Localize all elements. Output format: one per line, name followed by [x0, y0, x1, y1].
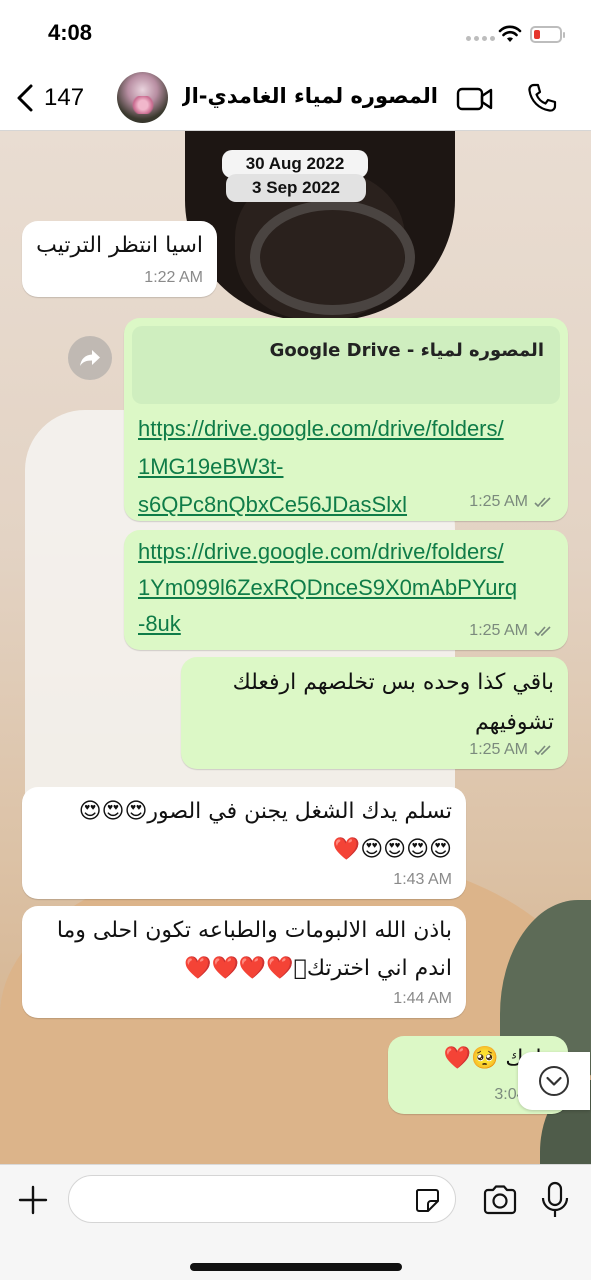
link-line: 1Ym099l6ZexRQDnceS9X0mAbPYurq — [138, 575, 518, 600]
message-input[interactable] — [68, 1175, 456, 1223]
contact-name[interactable]: المصوره لمياء الغامدي-ال... — [182, 84, 438, 114]
message-meta: 1:44 AM — [393, 990, 452, 1008]
wifi-icon — [498, 25, 522, 42]
double-check-icon — [534, 626, 551, 637]
link-line: https://drive.google.com/drive/folders/ — [138, 539, 504, 564]
avatar[interactable] — [117, 72, 168, 123]
message-time: 1:43 AM — [393, 871, 452, 888]
message-time: 1:25 AM — [469, 741, 528, 758]
link-preview-card[interactable]: المصوره لمياء - Google Drive — [132, 326, 560, 404]
scroll-to-bottom-button[interactable] — [518, 1052, 590, 1110]
wallpaper-camera — [250, 200, 415, 315]
forward-button[interactable] — [68, 336, 112, 380]
message-time: 1:22 AM — [144, 269, 203, 286]
message-bubble-incoming[interactable]: تسلم يدك الشغل يجنن في الصور😍😍😍 😍😍😍😍❤️ 1… — [22, 787, 466, 899]
message-bubble-outgoing[interactable]: المصوره لمياء - Google Drive https://dri… — [124, 318, 568, 521]
chevron-down-circle-icon — [539, 1066, 569, 1096]
message-time: 1:44 AM — [393, 990, 452, 1007]
status-time: 4:08 — [48, 20, 93, 45]
message-time: 1:25 AM — [469, 622, 528, 639]
date-badge: 3 Sep 2022 — [226, 174, 366, 202]
message-bubble-incoming[interactable]: اسيا انتظر الترتيب 1:22 AM — [22, 221, 217, 297]
double-check-icon — [534, 497, 551, 508]
microphone-icon[interactable] — [540, 1181, 570, 1219]
forward-icon — [80, 350, 100, 366]
battery-icon — [530, 26, 565, 43]
unread-count: 147 — [44, 84, 85, 111]
input-bar — [0, 1164, 591, 1280]
double-check-icon — [534, 745, 551, 756]
message-meta: 1:43 AM — [393, 871, 452, 889]
message-text: اسيا انتظر الترتيب — [36, 233, 203, 258]
phone-call-icon[interactable] — [526, 82, 558, 114]
video-call-icon[interactable] — [456, 86, 494, 112]
message-meta: 1:25 AM — [469, 493, 554, 511]
message-time: 1:25 AM — [469, 493, 528, 510]
status-bar: 4:08 — [0, 0, 591, 68]
back-button[interactable]: 147 — [14, 78, 84, 118]
message-bubble-incoming[interactable]: باذن الله الالبومات والطباعه تكون احلى و… — [22, 906, 466, 1018]
message-bubble-outgoing[interactable]: https://drive.google.com/drive/folders/ … — [124, 530, 568, 650]
link-line: 1MG19eBW3t- — [138, 454, 284, 479]
message-text: اندم اني اخترتك🏻❤️❤️❤️❤️ — [184, 956, 452, 981]
message-text: باقي كذا وحده بس تخلصهم ارفعلك تشوفيهم — [232, 670, 554, 735]
sticker-icon[interactable] — [414, 1187, 440, 1213]
message-text: 😍😍😍😍❤️ — [332, 837, 452, 862]
message-text: باذن الله الالبومات والطباعه تكون احلى و… — [56, 918, 452, 943]
message-meta: 1:25 AM — [469, 741, 554, 759]
message-meta: 1:22 AM — [144, 269, 203, 287]
message-meta: 1:25 AM — [469, 622, 554, 640]
plus-icon[interactable] — [18, 1185, 48, 1215]
message-bubble-outgoing[interactable]: باقي كذا وحده بس تخلصهم ارفعلك تشوفيهم 1… — [181, 657, 568, 769]
home-indicator — [190, 1263, 402, 1271]
camera-icon[interactable] — [482, 1185, 518, 1215]
chevron-left-icon — [17, 84, 33, 112]
link-line: https://drive.google.com/drive/folders/ — [138, 416, 504, 441]
chat-header: 147 المصوره لمياء الغامدي-ال... — [0, 68, 591, 131]
link-preview-title: المصوره لمياء - Google Drive — [269, 340, 544, 361]
message-text: تسلم يدك الشغل يجنن في الصور😍😍😍 — [78, 799, 452, 824]
signal-icon — [466, 36, 495, 41]
